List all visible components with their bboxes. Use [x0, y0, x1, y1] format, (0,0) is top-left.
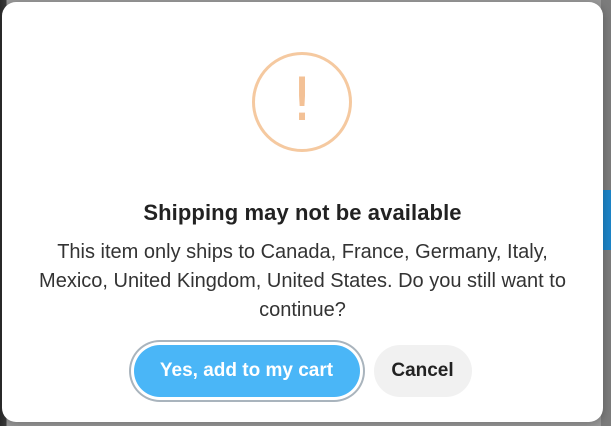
exclamation-icon: ! — [252, 52, 352, 152]
dialog-message: This item only ships to Canada, France, … — [39, 241, 566, 321]
add-to-cart-button[interactable]: Yes, add to my cart — [133, 345, 360, 397]
dialog-actions: Yes, add to my cart Cancel — [2, 345, 603, 397]
cancel-button[interactable]: Cancel — [373, 345, 472, 397]
exclamation-glyph: ! — [289, 65, 315, 135]
dialog-title: Shipping may not be available — [143, 200, 462, 225]
shipping-warning-dialog: ! Shipping may not be available This ite… — [2, 2, 603, 422]
backdrop-accent — [603, 190, 611, 250]
